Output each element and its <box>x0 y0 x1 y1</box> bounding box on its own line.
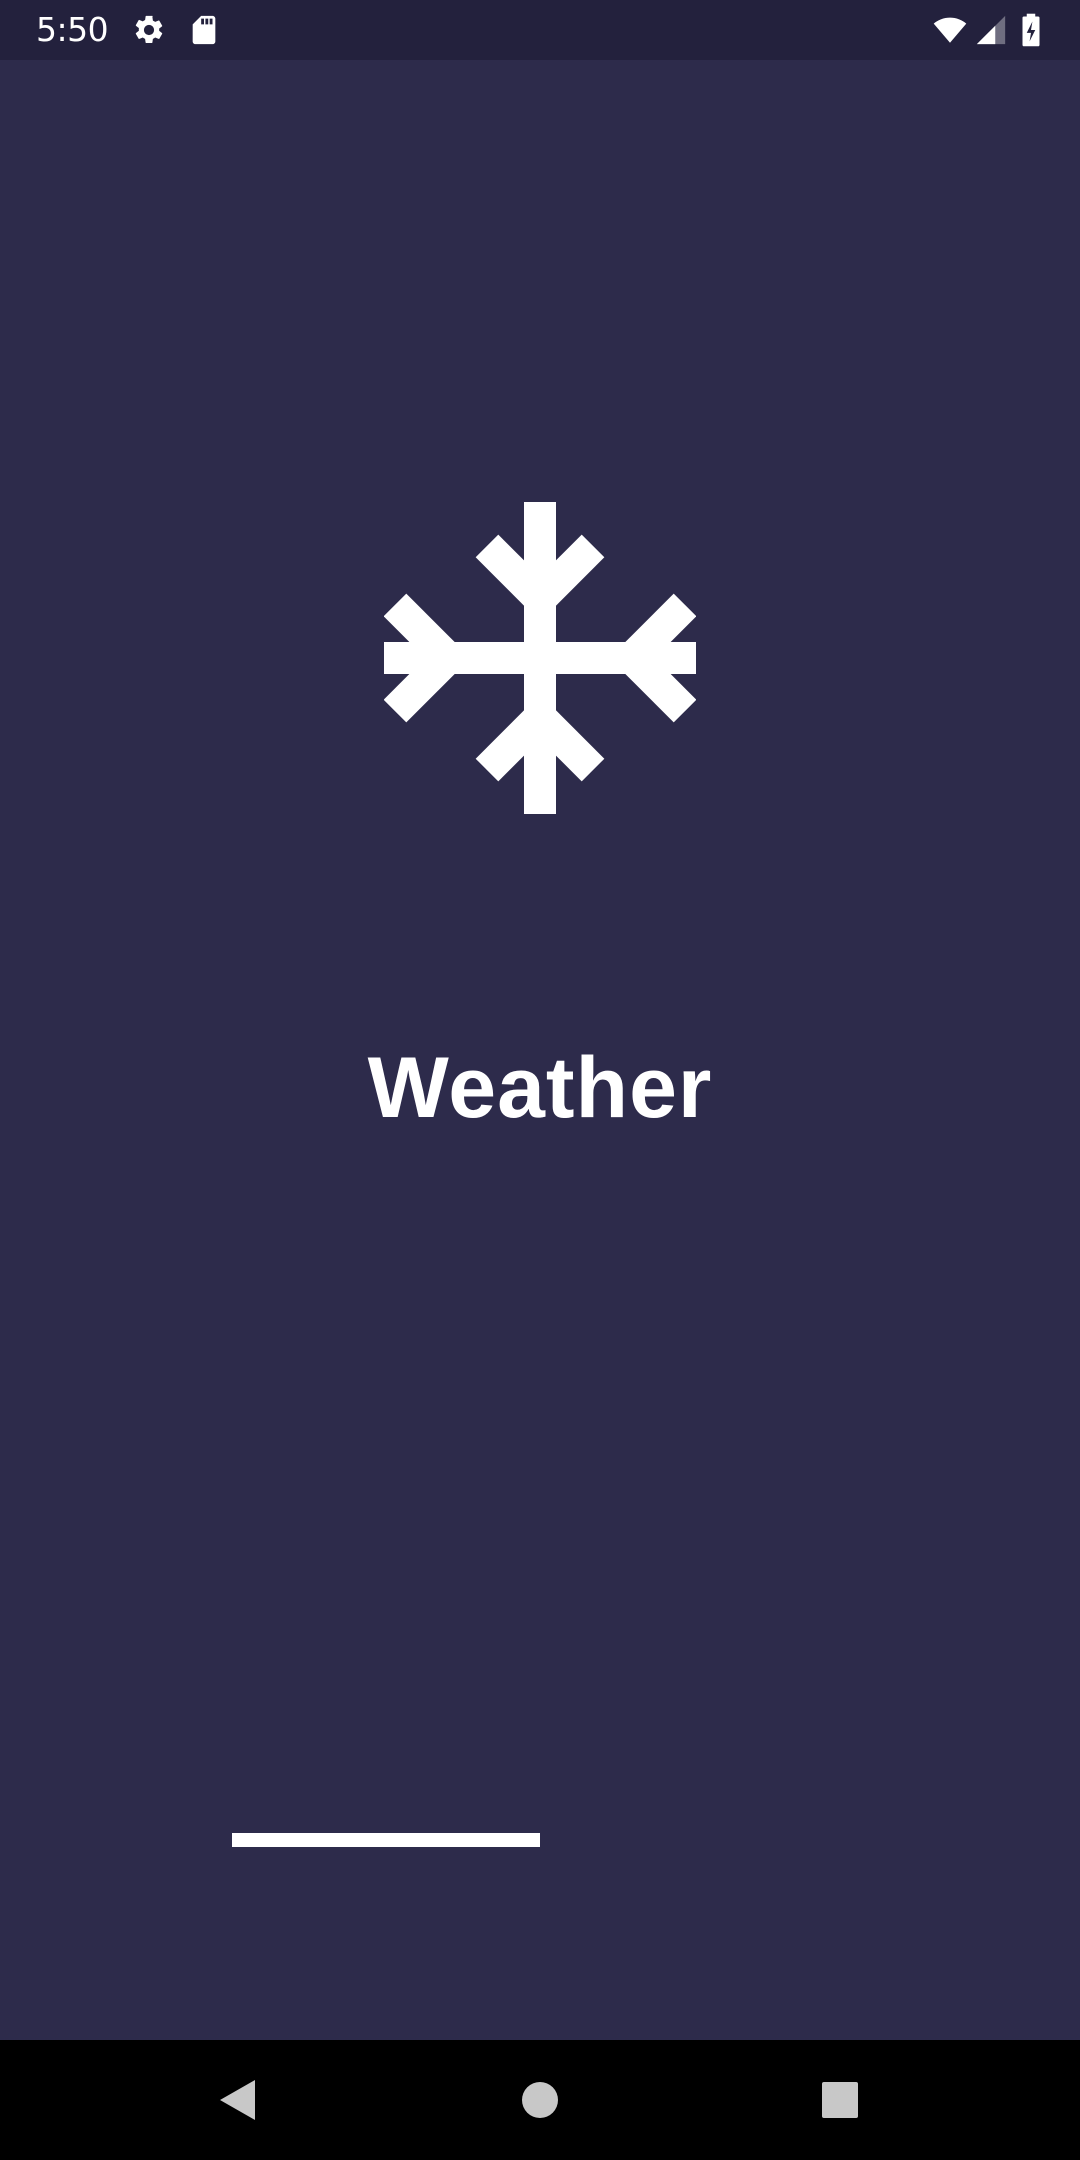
battery-charging-icon <box>1016 13 1046 47</box>
status-time: 5:50 <box>36 10 109 49</box>
home-icon[interactable] <box>502 2062 578 2138</box>
loading-progress-fill <box>232 1833 540 1847</box>
navigation-bar <box>0 2040 1080 2160</box>
app-title: Weather <box>367 1040 713 1136</box>
gear-icon <box>132 13 166 47</box>
back-icon[interactable] <box>200 2062 276 2138</box>
signal-icon <box>974 13 1008 47</box>
loading-progress-bar <box>232 1833 848 1847</box>
sd-card-icon <box>187 13 221 47</box>
status-bar: 5:50 <box>0 0 1080 60</box>
recents-icon[interactable] <box>802 2062 878 2138</box>
splash-screen: 5:50 Weather <box>0 0 1080 2160</box>
snowflake-icon <box>384 502 696 814</box>
wifi-icon <box>930 13 970 47</box>
